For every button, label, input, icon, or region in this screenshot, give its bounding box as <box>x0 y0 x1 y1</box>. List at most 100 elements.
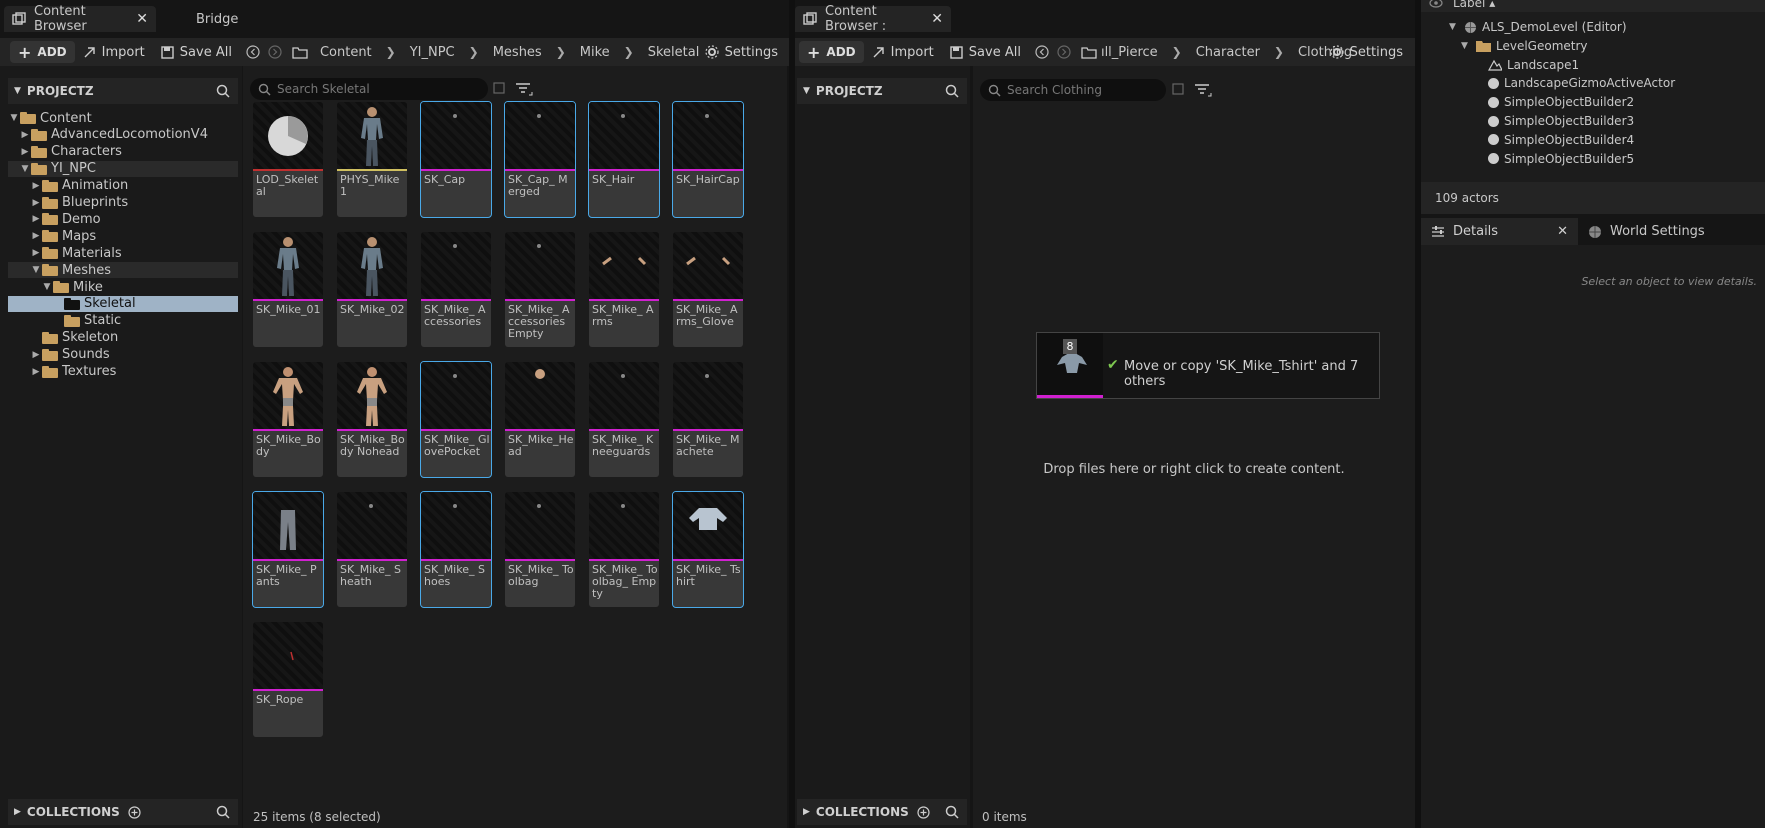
forward-icon[interactable] <box>268 45 282 59</box>
middle-asset-view[interactable] <box>973 66 1415 828</box>
tree-item-characters[interactable]: ▶ Characters <box>8 144 238 160</box>
label-column-header[interactable]: Label ▴ <box>1453 0 1495 10</box>
tree-header[interactable]: ▼ PROJECTZ <box>8 78 238 104</box>
chevron-right-icon[interactable]: ▶ <box>30 231 42 241</box>
chevron-right-icon[interactable]: ❯ <box>624 45 634 59</box>
tab-world-settings[interactable]: World Settings <box>1588 218 1705 245</box>
chevron-right-icon[interactable]: ❯ <box>556 45 566 59</box>
asset-tile[interactable]: SK_Mike_ Kneeguards <box>589 362 659 477</box>
outliner-item[interactable]: SimpleObjectBuilder3 <box>1473 112 1634 130</box>
outliner-item[interactable]: ▼ LevelGeometry <box>1461 37 1588 55</box>
asset-tile[interactable]: SK_Mike_ Arms <box>589 232 659 347</box>
forward-icon[interactable] <box>1057 45 1071 59</box>
import-button[interactable]: Import <box>864 41 942 63</box>
chevron-right-icon[interactable]: ▶ <box>19 147 31 157</box>
tree-item-materials[interactable]: ▶ Materials <box>8 245 238 261</box>
breadcrumb-item[interactable]: ıll_Pierce <box>1101 45 1158 60</box>
search-input[interactable]: Search Clothing <box>980 79 1166 101</box>
chevron-right-icon[interactable]: ❯ <box>1274 45 1284 59</box>
asset-tile[interactable]: SK_Mike_Body Nohead <box>337 362 407 477</box>
tab-content-browser-2[interactable]: Content Browser : ✕ <box>795 4 951 34</box>
tree-item-mike[interactable]: ▼ Mike <box>8 279 238 295</box>
chevron-down-icon[interactable]: ▼ <box>8 113 20 123</box>
breadcrumb-item[interactable]: Content <box>320 45 372 60</box>
filter-icon[interactable] <box>515 81 533 97</box>
save-all-button[interactable]: Save All <box>942 41 1029 63</box>
breadcrumb-item[interactable]: Meshes <box>493 45 542 60</box>
tree-item-static[interactable]: Static <box>8 313 238 329</box>
asset-tile[interactable]: SK_Mike_Head <box>505 362 575 477</box>
tab-bridge[interactable]: Bridge <box>188 6 246 32</box>
asset-tile[interactable]: PHYS_Mike1 <box>337 102 407 217</box>
chevron-right-icon[interactable]: ❯ <box>386 45 396 59</box>
chevron-right-icon[interactable]: ❯ <box>1172 45 1182 59</box>
add-collection-icon[interactable] <box>917 805 930 819</box>
asset-tile[interactable]: SK_Rope <box>253 622 323 737</box>
breadcrumb-item[interactable]: Character <box>1196 45 1260 60</box>
save-search-icon[interactable] <box>1172 83 1184 95</box>
tree-item-skeleton[interactable]: Skeleton <box>8 330 238 346</box>
asset-tile[interactable]: SK_Mike_Body <box>253 362 323 477</box>
tree-item-yi-npc[interactable]: ▼ YI_NPC <box>8 160 238 177</box>
search-icon[interactable] <box>216 84 230 98</box>
tree-item-animation[interactable]: ▶ Animation <box>8 178 238 194</box>
asset-tile[interactable]: SK_Cap_ Merged <box>504 101 576 218</box>
asset-tile[interactable]: LOD_Skeletal <box>253 102 323 217</box>
add-collection-icon[interactable] <box>128 805 141 819</box>
tree-item-content[interactable]: ▼ Content <box>8 110 238 126</box>
chevron-right-icon[interactable]: ▶ <box>30 350 42 360</box>
filter-icon[interactable] <box>1194 82 1212 98</box>
asset-tile[interactable]: SK_Mike_ Toolbag <box>505 492 575 607</box>
asset-tile[interactable]: SK_Mike_ Tshirt <box>672 491 744 608</box>
tree-item-blueprints[interactable]: ▶ Blueprints <box>8 195 238 211</box>
tree-item-meshes[interactable]: ▼ Meshes <box>8 262 238 279</box>
chevron-down-icon[interactable]: ▼ <box>30 265 42 275</box>
breadcrumb-item[interactable]: Skeletal <box>648 45 700 60</box>
tree-item-skeletal[interactable]: Skeletal <box>8 295 238 312</box>
asset-tile[interactable]: SK_Mike_ Pants <box>252 491 324 608</box>
asset-tile[interactable]: SK_HairCap <box>672 101 744 218</box>
save-all-button[interactable]: Save All <box>153 41 240 63</box>
breadcrumb-item[interactable]: YI_NPC <box>410 45 455 60</box>
import-button[interactable]: Import <box>75 41 153 63</box>
close-tab-icon[interactable]: ✕ <box>1557 224 1568 239</box>
tree-item-sounds[interactable]: ▶ Sounds <box>8 347 238 363</box>
asset-tile[interactable]: SK_Cap <box>420 101 492 218</box>
back-icon[interactable] <box>246 45 260 59</box>
search-icon[interactable] <box>945 805 959 819</box>
asset-tile[interactable]: SK_Mike_ Shoes <box>420 491 492 608</box>
asset-tile[interactable]: SK_Mike_ Accessories <box>421 232 491 347</box>
chevron-right-icon[interactable]: ❯ <box>469 45 479 59</box>
search-icon[interactable] <box>216 805 230 819</box>
tree-item-demo[interactable]: ▶ Demo <box>8 211 238 227</box>
tree-header[interactable]: ▼ PROJECTZ <box>797 78 967 104</box>
asset-tile[interactable]: SK_Mike_ Machete <box>673 362 743 477</box>
chevron-down-icon[interactable]: ▼ <box>41 282 53 292</box>
chevron-down-icon[interactable]: ▼ <box>1461 41 1471 51</box>
outliner-item[interactable]: SimpleObjectBuilder2 <box>1473 93 1634 111</box>
search-icon[interactable] <box>945 84 959 98</box>
outliner-item[interactable]: LandscapeGizmoActiveActor <box>1473 74 1675 92</box>
add-button[interactable]: + ADD <box>799 41 864 63</box>
back-icon[interactable] <box>1035 45 1049 59</box>
outliner-item[interactable]: Landscape1 <box>1473 56 1579 74</box>
collections-header[interactable]: ▶ COLLECTIONS <box>8 799 238 825</box>
chevron-right-icon[interactable]: ▶ <box>30 214 42 224</box>
chevron-right-icon[interactable]: ▶ <box>30 198 42 208</box>
tab-details[interactable]: Details ✕ <box>1421 218 1578 245</box>
asset-tile[interactable]: SK_Mike_01 <box>253 232 323 347</box>
settings-button[interactable]: Settings <box>697 41 786 63</box>
close-tab-icon[interactable]: ✕ <box>136 11 148 27</box>
chevron-right-icon[interactable]: ▶ <box>19 130 31 140</box>
add-button[interactable]: + ADD <box>10 41 75 63</box>
outliner-item[interactable]: ▼ ALS_DemoLevel (Editor) <box>1449 18 1627 36</box>
chevron-right-icon[interactable]: ▶ <box>30 248 42 258</box>
outliner-item[interactable]: SimpleObjectBuilder5 <box>1473 150 1634 168</box>
chevron-right-icon[interactable]: ▶ <box>30 181 42 191</box>
chevron-down-icon[interactable]: ▼ <box>19 164 31 174</box>
asset-tile[interactable]: SK_Mike_ Toolbag_ Empty <box>589 492 659 607</box>
tree-item-textures[interactable]: ▶ Textures <box>8 364 238 380</box>
asset-tile[interactable]: SK_Hair <box>588 101 660 218</box>
save-search-icon[interactable] <box>493 82 505 94</box>
eye-icon[interactable] <box>1429 0 1443 9</box>
